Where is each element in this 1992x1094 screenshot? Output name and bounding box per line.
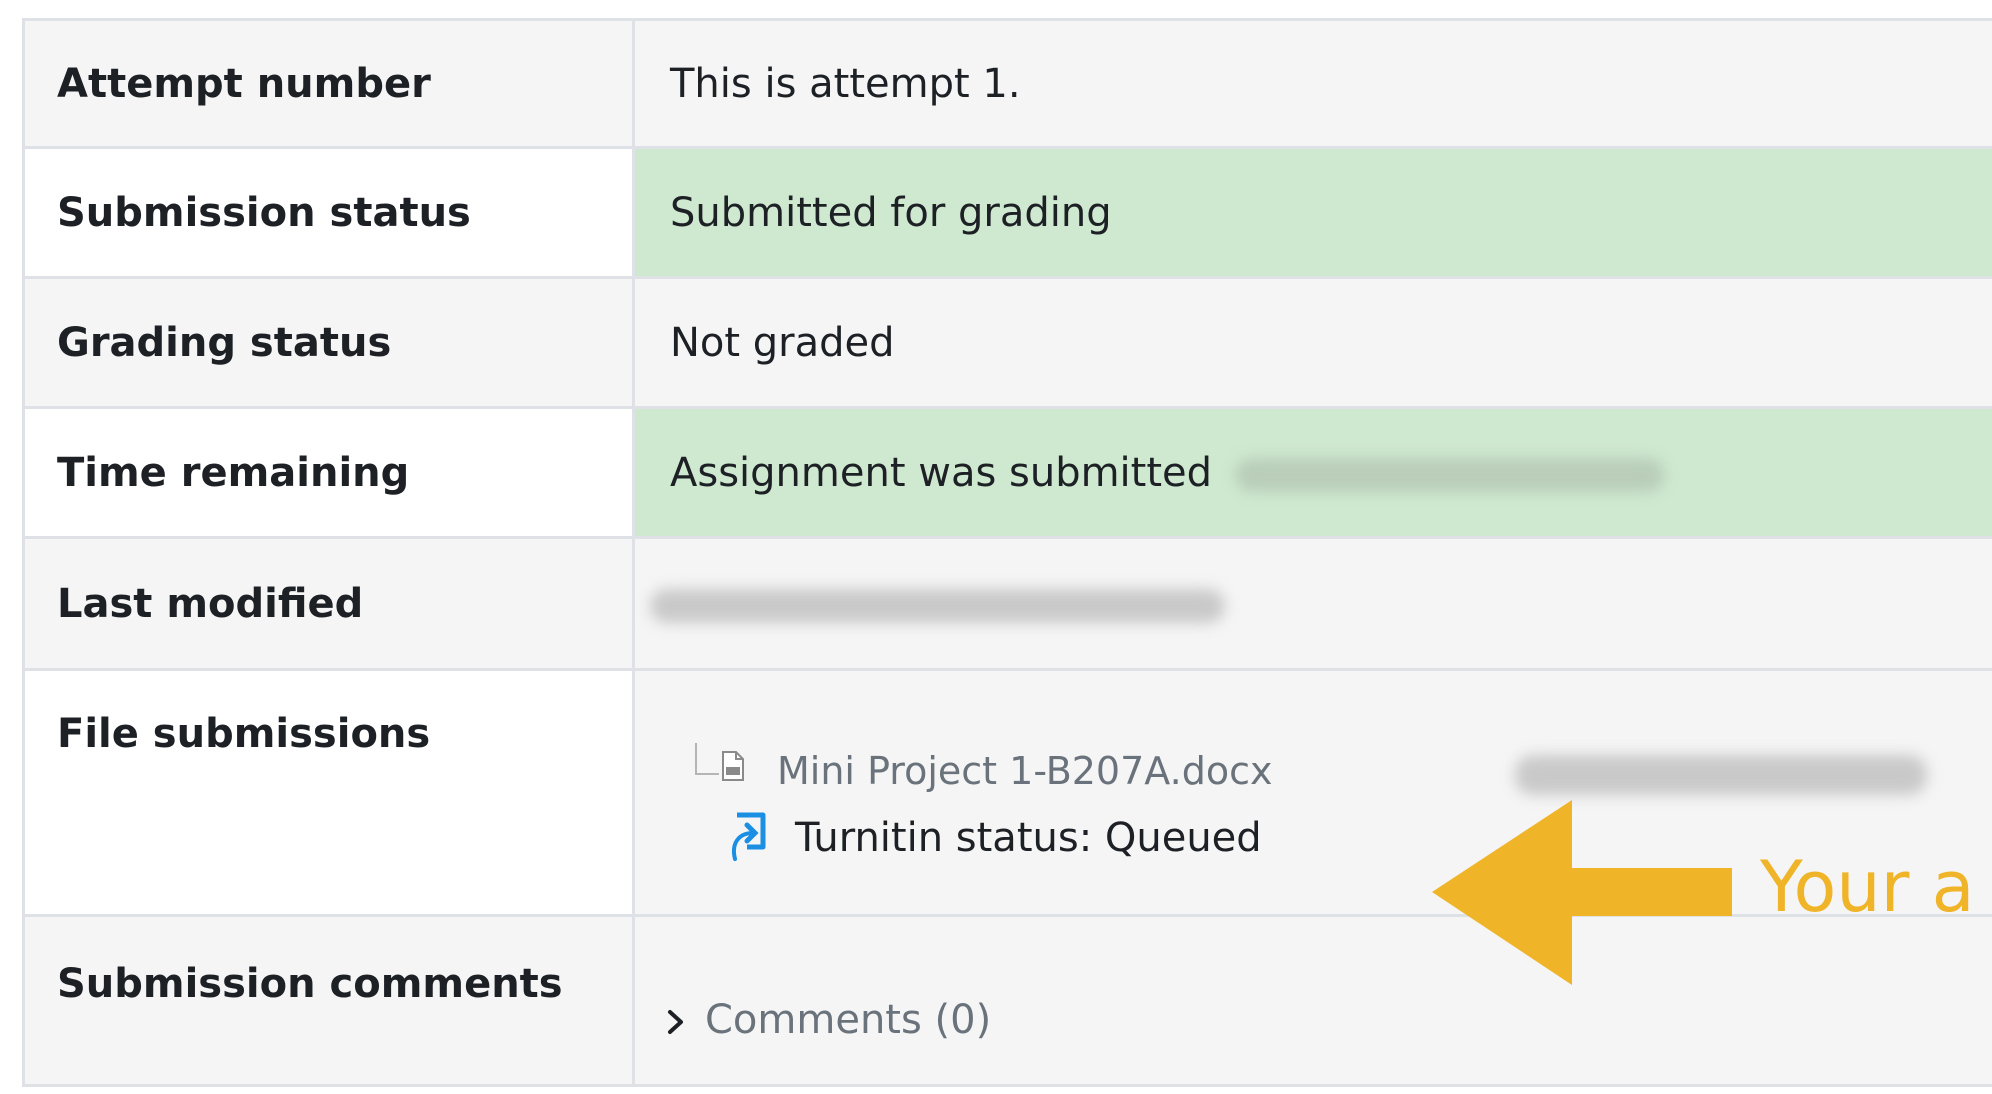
time-remaining-text: Assignment was submitted bbox=[670, 449, 1213, 496]
arrow-left-icon bbox=[1432, 800, 1732, 985]
last-modified-value bbox=[632, 536, 1992, 671]
chevron-right-icon[interactable] bbox=[665, 1007, 687, 1037]
grading-status-value: Not graded bbox=[632, 276, 1992, 409]
time-remaining-value: Assignment was submitted bbox=[632, 406, 1992, 539]
submission-status-page: Attempt number This is attempt 1. Submis… bbox=[0, 0, 1992, 1094]
redacted-date bbox=[1234, 457, 1665, 492]
submission-comments-value: Comments (0) bbox=[632, 914, 1992, 1087]
table-row: Last modified bbox=[22, 536, 1992, 671]
row-label: Time remaining bbox=[22, 406, 635, 539]
table-row: Time remaining Assignment was submitted bbox=[22, 406, 1992, 539]
submission-status-value: Submitted for grading bbox=[632, 146, 1992, 279]
row-label: File submissions bbox=[22, 668, 635, 917]
redacted-file-date bbox=[1515, 755, 1927, 795]
turnitin-icon[interactable] bbox=[727, 811, 769, 863]
table-row: Grading status Not graded bbox=[22, 276, 1992, 409]
row-label: Submission status bbox=[22, 146, 635, 279]
callout-text: Your a bbox=[1760, 846, 1975, 928]
attempt-number-value: This is attempt 1. bbox=[632, 18, 1992, 149]
table-row: Attempt number This is attempt 1. bbox=[22, 18, 1992, 149]
row-label: Submission comments bbox=[22, 914, 635, 1087]
table-row: Submission status Submitted for grading bbox=[22, 146, 1992, 279]
row-label: Grading status bbox=[22, 276, 635, 409]
row-label: Last modified bbox=[22, 536, 635, 671]
tree-connector bbox=[695, 743, 719, 775]
doc-file-icon bbox=[722, 751, 744, 781]
file-link[interactable]: Mini Project 1-B207A.docx bbox=[777, 749, 1272, 793]
turnitin-status: Turnitin status: Queued bbox=[795, 815, 1262, 861]
comments-toggle-link[interactable]: Comments (0) bbox=[705, 997, 991, 1043]
redacted-date bbox=[650, 588, 1225, 623]
row-label: Attempt number bbox=[22, 18, 635, 149]
